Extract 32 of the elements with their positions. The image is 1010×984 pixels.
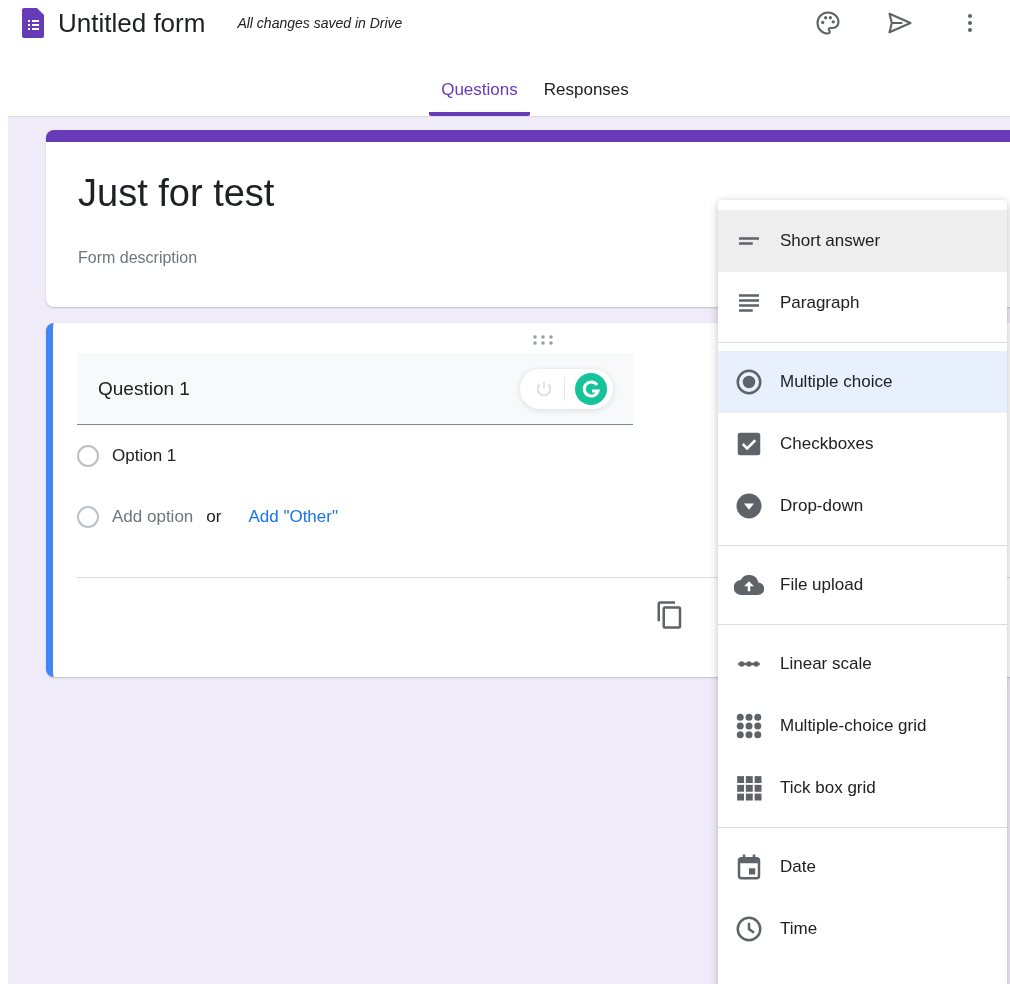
menu-item[interactable]: Paragraph — [718, 272, 1007, 334]
drag-handle-icon[interactable] — [532, 335, 554, 345]
forms-logo-icon — [22, 8, 44, 38]
menu-item[interactable]: Date — [718, 836, 1007, 898]
menu-item[interactable]: Time — [718, 898, 1007, 960]
menu-item[interactable]: Multiple-choice grid — [718, 695, 1007, 757]
radio-button-icon — [734, 367, 764, 397]
menu-item[interactable]: Drop-down — [718, 475, 1007, 537]
linear-scale-icon — [738, 661, 760, 667]
radio-circle — [77, 444, 99, 467]
question-field[interactable]: Question 1 — [77, 353, 633, 425]
radio-circle — [77, 505, 99, 528]
tab[interactable]: Responses — [531, 80, 641, 116]
menu-item[interactable]: Linear scale — [718, 633, 1007, 695]
add-option-field[interactable]: Add option — [112, 506, 194, 527]
question-title[interactable]: Question 1 — [98, 377, 520, 400]
menu-item[interactable]: Multiple choice — [718, 351, 1007, 413]
add-other-link[interactable]: Add "Other" — [248, 506, 338, 527]
option-text[interactable]: Option 1 — [112, 445, 177, 466]
or-text: or — [206, 506, 222, 527]
save-status: All changes saved in Drive — [237, 15, 403, 31]
square-grid-icon — [734, 773, 764, 803]
menu-item[interactable]: File upload — [718, 554, 1007, 616]
menu-item[interactable]: Tick box grid — [718, 757, 1007, 819]
dropdown-circle-icon — [734, 491, 764, 521]
menu-item[interactable]: Short answer — [718, 210, 1007, 272]
form-name[interactable]: Untitled form — [58, 7, 206, 39]
menu-item[interactable]: Checkboxes — [718, 413, 1007, 475]
dot-grid-icon — [734, 711, 764, 741]
grammarly-logo-icon[interactable] — [575, 372, 607, 405]
clock-icon — [734, 914, 764, 944]
short-lines-icon — [739, 237, 759, 245]
